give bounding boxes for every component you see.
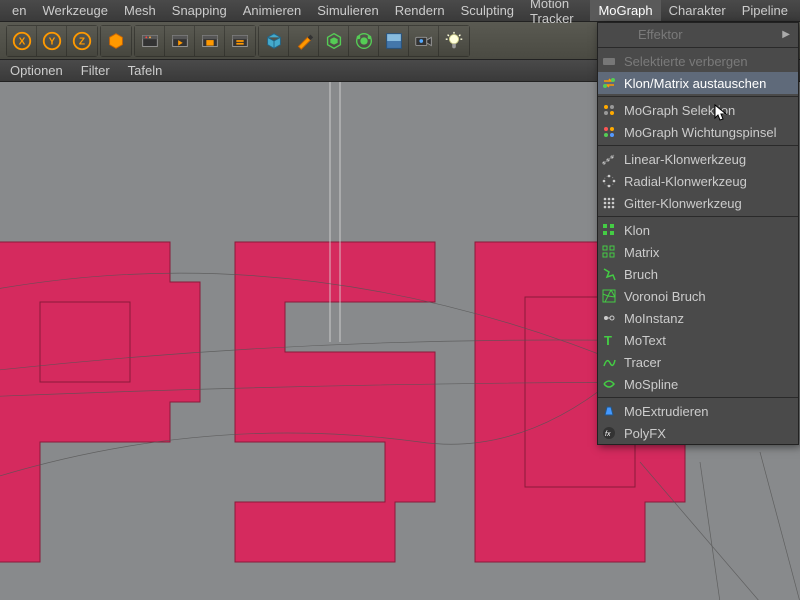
motext-icon: T [598,332,620,348]
hide-icon [598,53,620,69]
menu-tracer[interactable]: Tracer [598,351,798,373]
selection-icon [598,102,620,118]
menu-klon[interactable]: Klon [598,219,798,241]
menu-item[interactable]: Pipeline [734,0,796,21]
menu-moinstanz[interactable]: MoInstanz [598,307,798,329]
menu-item[interactable]: Sculpting [453,0,522,21]
menu-bruch[interactable]: Bruch [598,263,798,285]
menu-label: Voronoi Bruch [624,289,706,304]
menu-item-mograph[interactable]: MoGraph [590,0,660,21]
menu-item[interactable]: Animieren [235,0,310,21]
moinstanz-icon [598,310,620,326]
menu-item[interactable]: Charakter [661,0,734,21]
submenu-item[interactable]: Filter [81,63,110,78]
menu-label: Gitter-Klonwerkzeug [624,196,742,211]
menu-radial-klonwerkzeug[interactable]: Radial-Klonwerkzeug [598,170,798,192]
deformer-button[interactable] [349,26,379,56]
tracer-icon [598,354,620,370]
camera-button[interactable] [409,26,439,56]
menu-label: Selektierte verbergen [624,54,748,69]
environment-button[interactable] [379,26,409,56]
menu-effektor[interactable]: Effektor ▶ [598,23,798,45]
swap-icon [598,75,620,91]
menu-label: MoGraph Wichtungspinsel [624,125,776,140]
menu-label: MoText [624,333,666,348]
menu-mograph-selektion[interactable]: MoGraph Selektion [598,99,798,121]
menu-mospline[interactable]: MoSpline [598,373,798,395]
axis-z-button[interactable]: Z [67,26,97,56]
mospline-icon [598,376,620,392]
cube-tool-button[interactable] [101,26,131,56]
axis-y-button[interactable]: Y [37,26,67,56]
menu-item[interactable]: Motion Tracker [522,0,590,21]
menu-item[interactable]: en [4,0,34,21]
menu-label: Klon/Matrix austauschen [624,76,766,91]
render-settings-button[interactable] [135,26,165,56]
menu-label: MoInstanz [624,311,684,326]
menu-item[interactable]: Mesh [116,0,164,21]
svg-text:T: T [604,333,612,348]
svg-text:Y: Y [48,36,55,47]
menu-label: MoGraph Selektion [624,103,735,118]
menu-klon-matrix-austauschen[interactable]: Klon/Matrix austauschen [598,72,798,94]
menu-label: Tracer [624,355,661,370]
menu-label: Effektor [638,27,683,42]
menu-moextrudieren[interactable]: MoExtrudieren [598,400,798,422]
matrix-icon [598,244,620,260]
bruch-icon [598,266,620,282]
svg-text:X: X [18,36,25,47]
menu-label: Radial-Klonwerkzeug [624,174,747,189]
weight-brush-icon [598,124,620,140]
menu-label: Matrix [624,245,659,260]
submenu-item[interactable]: Tafeln [128,63,163,78]
primitive-cube-button[interactable] [259,26,289,56]
menu-label: Bruch [624,267,658,282]
menu-mograph-wichtungspinsel[interactable]: MoGraph Wichtungspinsel [598,121,798,143]
light-button[interactable] [439,26,469,56]
moextrude-icon [598,403,620,419]
render-queue-button[interactable] [225,26,255,56]
menu-label: PolyFX [624,426,666,441]
menu-motext[interactable]: T MoText [598,329,798,351]
menu-matrix[interactable]: Matrix [598,241,798,263]
svg-text:fx: fx [605,431,611,438]
menu-item[interactable]: Simulieren [309,0,386,21]
menu-label: Linear-Klonwerkzeug [624,152,746,167]
menu-label: MoSpline [624,377,678,392]
main-menu-bar: en Werkzeuge Mesh Snapping Animieren Sim… [0,0,800,22]
mograph-dropdown-menu: Effektor ▶ Selektierte verbergen Klon/Ma… [597,22,799,445]
menu-label: Klon [624,223,650,238]
polyfx-icon: fx [598,425,620,441]
svg-text:Z: Z [79,36,85,47]
radial-clone-icon [598,173,620,189]
menu-item[interactable]: Werkzeuge [34,0,116,21]
submenu-item[interactable]: Optionen [10,63,63,78]
klon-icon [598,222,620,238]
menu-item[interactable]: Rendern [387,0,453,21]
submenu-arrow-icon: ▶ [782,29,790,40]
render-picture-button[interactable] [195,26,225,56]
voronoi-icon [598,288,620,304]
spline-pen-button[interactable] [289,26,319,56]
generator-button[interactable] [319,26,349,56]
linear-clone-icon [598,151,620,167]
render-view-button[interactable] [165,26,195,56]
axis-x-button[interactable]: X [7,26,37,56]
menu-gitter-klonwerkzeug[interactable]: Gitter-Klonwerkzeug [598,192,798,214]
grid-clone-icon [598,195,620,211]
menu-linear-klonwerkzeug[interactable]: Linear-Klonwerkzeug [598,148,798,170]
menu-item[interactable]: Snapping [164,0,235,21]
menu-polyfx[interactable]: fx PolyFX [598,422,798,444]
menu-label: MoExtrudieren [624,404,709,419]
menu-selektierte-verbergen[interactable]: Selektierte verbergen [598,50,798,72]
menu-voronoi-bruch[interactable]: Voronoi Bruch [598,285,798,307]
